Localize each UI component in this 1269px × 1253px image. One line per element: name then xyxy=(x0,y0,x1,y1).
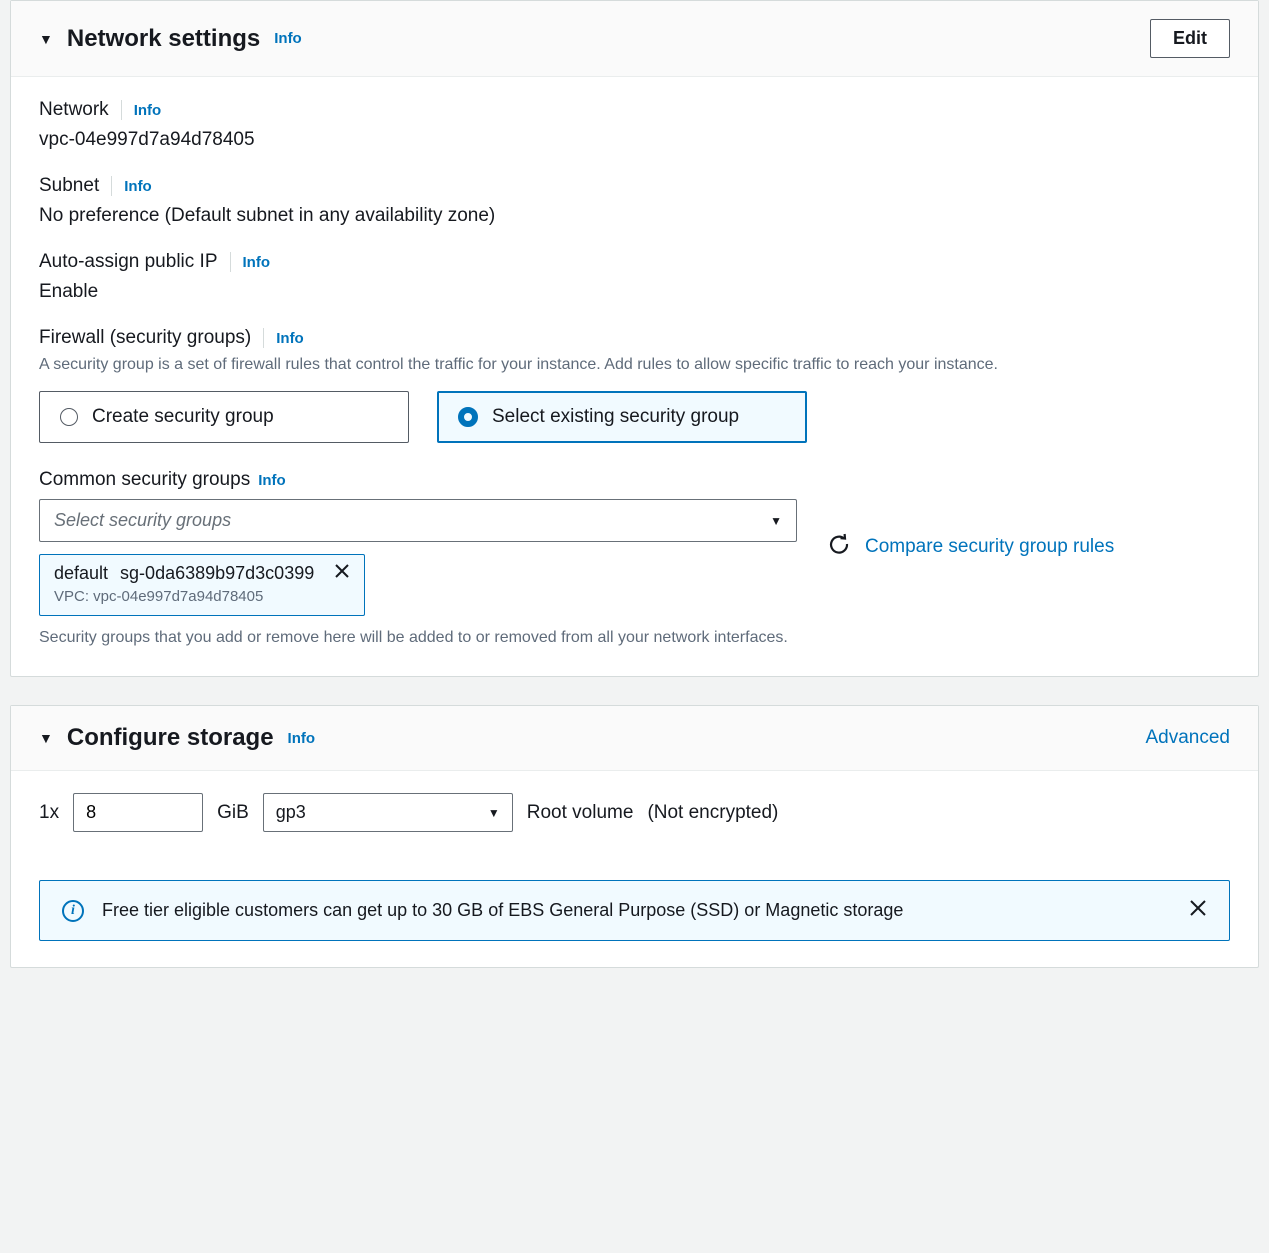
storage-panel-body: 1x GiB gp3 ▼ Root volume (Not encrypted)… xyxy=(11,771,1258,967)
storage-panel-header: ▼ Configure storage Info Advanced xyxy=(11,706,1258,771)
free-tier-banner: i Free tier eligible customers can get u… xyxy=(39,880,1230,941)
subnet-label: Subnet xyxy=(39,175,99,197)
configure-storage-panel: ▼ Configure storage Info Advanced 1x GiB… xyxy=(10,705,1259,968)
radio-icon xyxy=(458,407,478,427)
network-header-left: ▼ Network settings Info xyxy=(39,25,302,53)
storage-info-link[interactable]: Info xyxy=(288,730,316,747)
radio-create-label: Create security group xyxy=(92,406,274,428)
refresh-icon[interactable] xyxy=(827,533,851,557)
volume-type-select[interactable]: gp3 ▼ xyxy=(263,793,513,832)
storage-header-left: ▼ Configure storage Info xyxy=(39,724,315,752)
storage-volume-row: 1x GiB gp3 ▼ Root volume (Not encrypted) xyxy=(39,793,1230,832)
collapse-icon[interactable]: ▼ xyxy=(39,31,53,47)
network-info-link[interactable]: Info xyxy=(274,30,302,47)
radio-select-existing-sg[interactable]: Select existing security group xyxy=(437,391,807,443)
chip-name: default xyxy=(54,563,108,584)
chevron-down-icon: ▼ xyxy=(488,806,500,820)
chip-top: default sg-0da6389b97d3c0399 xyxy=(54,563,350,584)
subnet-value: No preference (Default subnet in any ava… xyxy=(39,205,1230,227)
firewall-field-row: Firewall (security groups) Info xyxy=(39,327,1230,349)
security-groups-select[interactable]: Select security groups ▼ xyxy=(39,499,797,542)
volume-type-value: gp3 xyxy=(276,802,306,823)
autoip-value: Enable xyxy=(39,281,1230,303)
network-field-row: Network Info xyxy=(39,99,1230,121)
chip-vpc: VPC: vpc-04e997d7a94d78405 xyxy=(54,588,350,605)
network-label: Network xyxy=(39,99,109,121)
sg-chip-default: default sg-0da6389b97d3c0399 VPC: vpc-04… xyxy=(39,554,365,616)
autoip-field-info[interactable]: Info xyxy=(243,254,271,271)
banner-text: Free tier eligible customers can get up … xyxy=(102,900,1171,921)
network-settings-panel: ▼ Network settings Info Edit Network Inf… xyxy=(10,0,1259,677)
volume-size-input[interactable] xyxy=(73,793,203,832)
divider xyxy=(230,252,231,272)
root-volume-label: Root volume xyxy=(527,802,634,824)
banner-close-icon[interactable] xyxy=(1189,899,1207,922)
divider xyxy=(263,328,264,348)
network-panel-header: ▼ Network settings Info Edit xyxy=(11,1,1258,77)
select-placeholder: Select security groups xyxy=(54,510,231,531)
volume-count: 1x xyxy=(39,802,59,824)
network-title: Network settings xyxy=(67,25,260,53)
radio-icon xyxy=(60,408,78,426)
firewall-label: Firewall (security groups) xyxy=(39,327,251,349)
storage-title: Configure storage xyxy=(67,724,274,752)
common-sg-label-row: Common security groups Info xyxy=(39,469,1230,491)
chevron-down-icon: ▼ xyxy=(770,514,782,528)
info-icon: i xyxy=(62,900,84,922)
radio-create-sg[interactable]: Create security group xyxy=(39,391,409,443)
chip-id: sg-0da6389b97d3c0399 xyxy=(120,563,314,584)
autoip-label: Auto-assign public IP xyxy=(39,251,218,273)
firewall-desc: A security group is a set of firewall ru… xyxy=(39,353,1230,377)
common-sg-label: Common security groups xyxy=(39,469,250,491)
radio-select-label: Select existing security group xyxy=(492,406,739,428)
network-panel-body: Network Info vpc-04e997d7a94d78405 Subne… xyxy=(11,77,1258,676)
edit-button[interactable]: Edit xyxy=(1150,19,1230,58)
sg-helper-text: Security groups that you add or remove h… xyxy=(39,626,797,650)
divider xyxy=(121,100,122,120)
sg-right: Compare security group rules xyxy=(827,499,1114,562)
network-value: vpc-04e997d7a94d78405 xyxy=(39,129,1230,151)
sg-row: Select security groups ▼ default sg-0da6… xyxy=(39,499,1230,650)
common-sg-info[interactable]: Info xyxy=(258,472,286,489)
firewall-radio-group: Create security group Select existing se… xyxy=(39,391,1230,443)
encryption-label: (Not encrypted) xyxy=(647,802,778,824)
divider xyxy=(111,176,112,196)
sg-left: Select security groups ▼ default sg-0da6… xyxy=(39,499,797,650)
compare-sg-rules-link[interactable]: Compare security group rules xyxy=(865,533,1114,562)
collapse-icon[interactable]: ▼ xyxy=(39,730,53,746)
autoip-field-row: Auto-assign public IP Info xyxy=(39,251,1230,273)
chip-remove-icon[interactable] xyxy=(334,563,350,584)
storage-advanced-link[interactable]: Advanced xyxy=(1145,727,1230,749)
subnet-field-info[interactable]: Info xyxy=(124,178,152,195)
network-field-info[interactable]: Info xyxy=(134,102,162,119)
subnet-field-row: Subnet Info xyxy=(39,175,1230,197)
volume-unit: GiB xyxy=(217,802,249,824)
firewall-field-info[interactable]: Info xyxy=(276,330,304,347)
